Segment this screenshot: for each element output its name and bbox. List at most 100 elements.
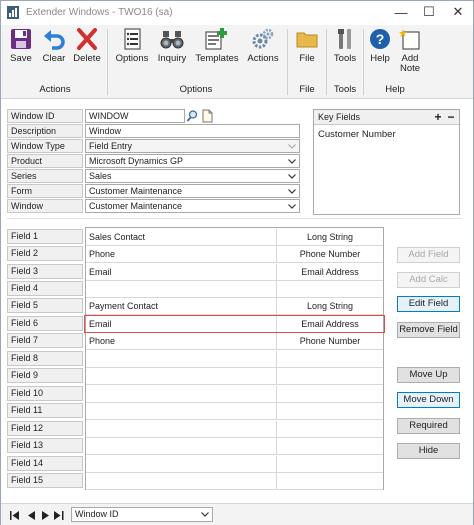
field-type-cell[interactable] — [277, 456, 383, 473]
required-button[interactable]: Required — [397, 418, 460, 434]
window-id-field[interactable]: WINDOW — [85, 109, 185, 123]
options-button[interactable]: Options — [113, 27, 151, 73]
undo-icon — [44, 30, 65, 50]
help-icon: ? — [370, 29, 390, 49]
extender-windows-window: Extender Windows - TWO16 (sa) — ☐ ✕ Save… — [0, 0, 474, 525]
field-name-cell[interactable] — [86, 456, 277, 473]
group-label-file: File — [299, 84, 315, 95]
new-document-icon[interactable] — [201, 109, 214, 123]
last-record-icon[interactable] — [53, 509, 65, 521]
description-field[interactable]: Window — [85, 124, 300, 138]
move-up-button[interactable]: Move Up — [397, 367, 460, 383]
close-icon: ✕ — [452, 4, 464, 19]
field-name-cell[interactable]: Payment Contact — [86, 298, 277, 315]
field-type-cell[interactable] — [277, 421, 383, 438]
save-button[interactable]: Save — [6, 27, 36, 73]
chevron-down-icon — [200, 509, 210, 520]
field-type-cell[interactable] — [277, 281, 383, 298]
minimize-button[interactable]: — — [387, 1, 415, 23]
status-bar: Window ID — [1, 503, 473, 525]
ribbon-separator — [287, 29, 288, 95]
window-title: Extender Windows - TWO16 (sa) — [26, 7, 173, 18]
templates-button[interactable]: Templates — [193, 27, 241, 73]
sort-by-dropdown[interactable]: Window ID — [71, 507, 213, 522]
delete-button[interactable]: Delete — [71, 27, 103, 73]
ribbon-separator — [326, 29, 327, 95]
remove-key-field-icon[interactable]: − — [445, 110, 457, 124]
window-type-dropdown[interactable]: Field Entry — [85, 139, 300, 153]
field-type-cell[interactable]: Phone Number — [277, 246, 383, 263]
lookup-icon[interactable] — [186, 109, 199, 123]
description-label: Description — [7, 124, 83, 138]
add-note-icon — [399, 29, 420, 50]
series-label: Series — [7, 169, 83, 183]
maximize-button[interactable]: ☐ — [415, 1, 443, 23]
field-type-cell[interactable]: Email Address — [277, 264, 383, 281]
key-fields-panel: Key Fields + − Customer Number — [313, 109, 460, 215]
field-type-cell[interactable]: Phone Number — [277, 333, 383, 350]
help-menu-button[interactable]: ? Help — [367, 27, 393, 73]
ribbon-separator — [107, 29, 108, 95]
product-dropdown[interactable]: Microsoft Dynamics GP — [85, 154, 300, 168]
add-field-button[interactable]: Add Field — [397, 247, 460, 263]
next-record-icon[interactable] — [39, 509, 51, 521]
chevron-down-icon — [287, 201, 297, 212]
field-name-cell[interactable]: Phone — [86, 246, 277, 263]
field-name-cell[interactable] — [86, 368, 277, 385]
form-label: Form — [7, 184, 83, 198]
add-key-field-icon[interactable]: + — [432, 110, 444, 124]
field-name-cell[interactable] — [86, 473, 277, 490]
clear-button[interactable]: Clear — [39, 27, 69, 73]
field-name-cell[interactable] — [86, 421, 277, 438]
field-name-cell[interactable] — [86, 351, 277, 368]
series-value: Sales — [89, 171, 112, 181]
move-down-button[interactable]: Move Down — [397, 392, 460, 408]
fields-grid: Sales Contact Long String Phone Phone Numbe… — [85, 227, 384, 490]
actions-gears-icon — [252, 28, 274, 49]
close-button[interactable]: ✕ — [444, 1, 472, 23]
series-dropdown[interactable]: Sales — [85, 169, 300, 183]
add-note-button[interactable]: Add Note — [396, 27, 424, 73]
app-icon — [7, 6, 19, 19]
field-type-cell[interactable] — [277, 368, 383, 385]
add-calc-button[interactable]: Add Calc — [397, 272, 460, 288]
field-row-label: Field 13 — [7, 438, 83, 453]
field-name-cell[interactable]: Phone — [86, 333, 277, 350]
field-type-cell[interactable]: Long String — [277, 298, 383, 315]
window-dropdown[interactable]: Customer Maintenance — [85, 199, 300, 213]
title-bar: Extender Windows - TWO16 (sa) — ☐ ✕ — [1, 1, 473, 25]
field-name-cell[interactable] — [86, 438, 277, 455]
field-name-cell[interactable] — [86, 281, 277, 298]
file-folder-icon — [296, 32, 318, 48]
hide-button[interactable]: Hide — [397, 443, 460, 459]
form-dropdown[interactable]: Customer Maintenance — [85, 184, 300, 198]
delete-x-icon — [77, 28, 97, 50]
group-label-actions: Actions — [39, 84, 71, 95]
field-type-cell[interactable]: Long String — [277, 229, 383, 246]
key-field-item[interactable]: Customer Number — [318, 129, 396, 140]
remove-field-button[interactable]: Remove Field — [397, 322, 460, 338]
tools-menu-button[interactable]: Tools — [331, 27, 359, 73]
previous-record-icon[interactable] — [25, 509, 37, 521]
field-name-cell[interactable]: Sales Contact — [86, 229, 277, 246]
group-label-tools: Tools — [333, 84, 357, 95]
field-type-cell[interactable] — [277, 351, 383, 368]
field-name-cell[interactable]: Email — [86, 264, 277, 281]
file-menu-button[interactable]: File — [293, 27, 321, 73]
inquiry-button[interactable]: Inquiry — [153, 27, 191, 73]
first-record-icon[interactable] — [9, 509, 21, 521]
chevron-down-icon — [287, 156, 297, 167]
field-name-cell[interactable] — [86, 403, 277, 420]
field-type-cell[interactable] — [277, 473, 383, 490]
field-type-cell[interactable] — [277, 438, 383, 455]
field-type-cell[interactable] — [277, 386, 383, 403]
chevron-down-icon — [287, 171, 297, 182]
field-type-cell[interactable] — [277, 403, 383, 420]
actions-button[interactable]: Actions — [244, 27, 282, 73]
selected-row-outline — [84, 315, 385, 333]
field-name-cell[interactable] — [86, 386, 277, 403]
field-row-label: Field 8 — [7, 351, 83, 366]
templates-icon — [205, 28, 227, 50]
edit-field-button[interactable]: Edit Field — [397, 296, 460, 312]
inquiry-binoculars-icon — [160, 31, 184, 49]
